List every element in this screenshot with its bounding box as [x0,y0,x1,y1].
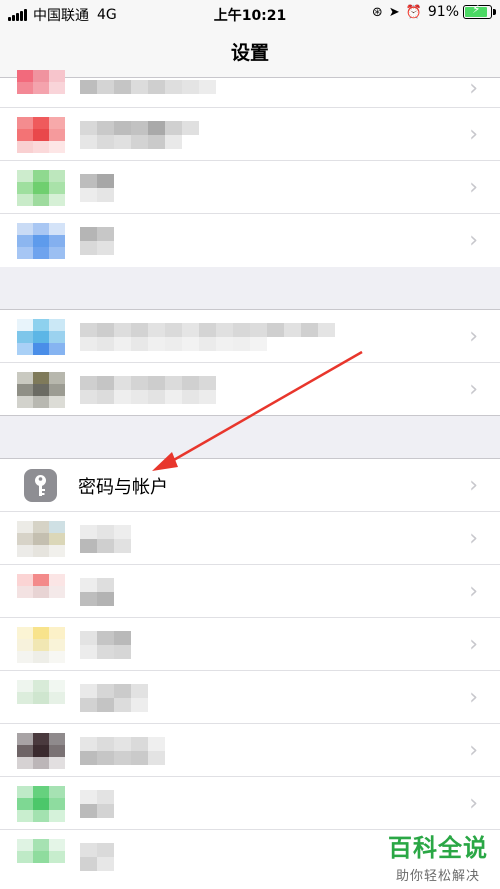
arrow-shaft [171,350,363,463]
watermark-subtitle: 助你轻松解决 [395,869,480,884]
watermark-title: 百科全说 [388,834,488,862]
arrow-head [152,452,178,471]
annotation-arrow [152,350,363,471]
watermark-logo: 百科全说 助你轻松解决 [388,828,488,884]
